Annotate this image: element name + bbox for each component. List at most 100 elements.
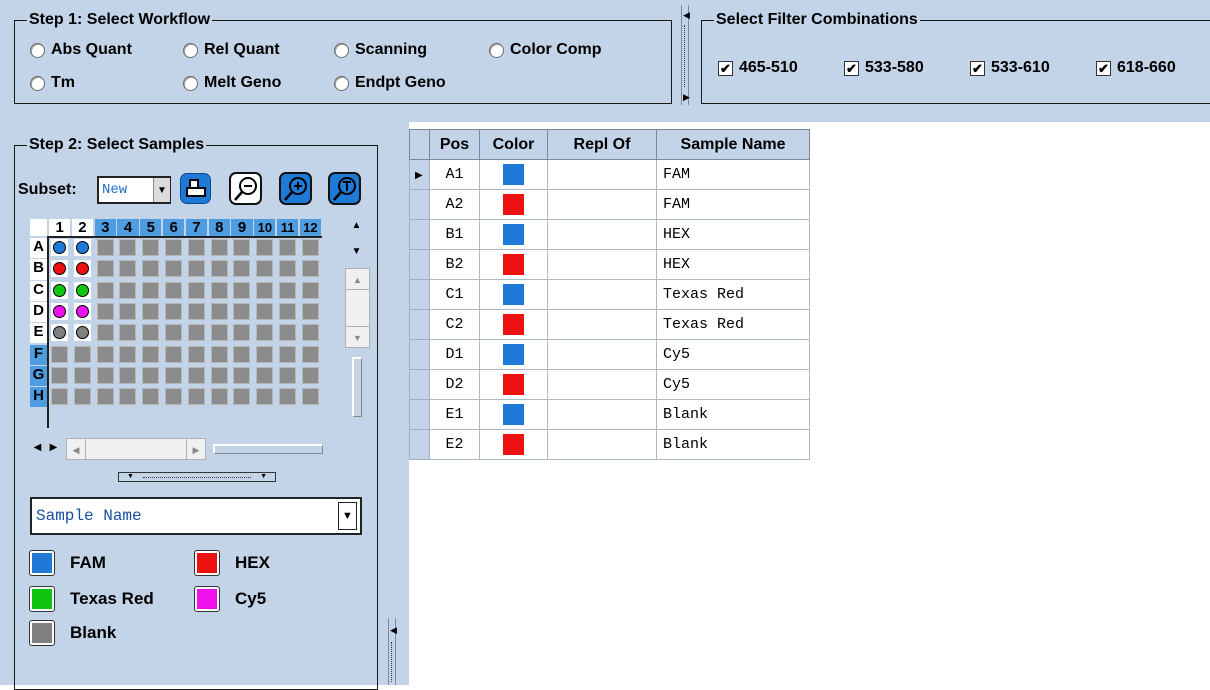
plate-well[interactable]: [142, 388, 160, 406]
cell-color[interactable]: [479, 159, 548, 190]
filter-618-660-checkbox[interactable]: ✔ 618-660: [1096, 59, 1176, 77]
cell-color[interactable]: [479, 399, 548, 430]
plate-well[interactable]: [142, 345, 160, 363]
plate-well[interactable]: [233, 260, 251, 278]
plate-well[interactable]: [73, 366, 91, 384]
plate-well[interactable]: [96, 345, 114, 363]
plate-well[interactable]: [279, 239, 296, 256]
plate-column-header[interactable]: 7: [185, 219, 208, 236]
plate-well[interactable]: [73, 302, 91, 320]
plate-column-header[interactable]: 3: [94, 219, 116, 236]
radio-melt-geno[interactable]: Melt Geno: [183, 74, 281, 92]
radio-rel-quant[interactable]: Rel Quant: [183, 41, 280, 59]
cell-repl-of[interactable]: [547, 189, 657, 220]
plate-well[interactable]: [119, 302, 137, 320]
plate-well[interactable]: [187, 281, 205, 299]
plate-well[interactable]: [256, 260, 274, 278]
plate-column-header[interactable]: 12: [299, 219, 322, 236]
plate-column-header[interactable]: 1: [49, 219, 71, 236]
plate-well[interactable]: [165, 345, 182, 363]
subset-dropdown[interactable]: New ▼: [97, 176, 171, 204]
table-row[interactable]: D1 Cy5: [409, 339, 810, 370]
plate-well[interactable]: [119, 366, 137, 384]
plate-well[interactable]: [187, 302, 205, 320]
scroll-first-button[interactable]: ◀: [30, 442, 45, 457]
radio-tm[interactable]: Tm: [30, 74, 75, 92]
plate-well[interactable]: [73, 324, 91, 342]
table-row[interactable]: ▶ A1 FAM: [409, 159, 810, 190]
cell-repl-of[interactable]: [547, 369, 657, 400]
plate-well[interactable]: [187, 366, 205, 384]
scroll-left-arrow-icon[interactable]: ◀: [66, 438, 86, 460]
plate-well[interactable]: [279, 281, 296, 299]
cell-sample-name[interactable]: HEX: [656, 249, 810, 280]
row-indicator[interactable]: [409, 189, 430, 220]
zoom-out-button[interactable]: [229, 172, 262, 205]
cell-pos[interactable]: C1: [429, 279, 480, 310]
plate-row-header[interactable]: H: [30, 387, 47, 408]
cell-pos[interactable]: D1: [429, 339, 480, 370]
plate-well[interactable]: [279, 324, 296, 342]
plate-well[interactable]: [96, 281, 114, 299]
cell-color[interactable]: [479, 279, 548, 310]
plate-well[interactable]: [51, 345, 68, 363]
plate-well[interactable]: [51, 239, 68, 256]
cell-color[interactable]: [479, 429, 548, 460]
plate-well[interactable]: [165, 366, 182, 384]
left-panel-splitter[interactable]: ◀: [388, 618, 397, 685]
plate-well[interactable]: [165, 260, 182, 278]
plate-column-header[interactable]: 5: [140, 219, 162, 236]
plate-well[interactable]: [301, 239, 319, 256]
plate-well[interactable]: [142, 260, 160, 278]
plate-well[interactable]: [301, 366, 319, 384]
cell-color[interactable]: [479, 219, 548, 250]
plate-row-header[interactable]: C: [30, 280, 47, 301]
row-indicator[interactable]: [409, 279, 430, 310]
plate-well[interactable]: [165, 388, 182, 406]
cell-sample-name[interactable]: FAM: [656, 189, 810, 220]
column-header-sample-name[interactable]: Sample Name: [656, 129, 810, 160]
plate-well[interactable]: [73, 345, 91, 363]
plate-well[interactable]: [142, 324, 160, 342]
cell-color[interactable]: [479, 339, 548, 370]
plate-well[interactable]: [256, 345, 274, 363]
row-indicator[interactable]: [409, 369, 430, 400]
plate-row-header[interactable]: B: [30, 259, 47, 280]
plate-well[interactable]: [51, 324, 68, 342]
plate-well[interactable]: [301, 388, 319, 406]
plate-row-header[interactable]: G: [30, 365, 47, 387]
plate-well[interactable]: [51, 260, 68, 278]
cell-pos[interactable]: C2: [429, 309, 480, 340]
scroll-last-button[interactable]: ▶: [46, 442, 61, 457]
plate-well[interactable]: [210, 260, 228, 278]
scroll-right-arrow-icon[interactable]: ▶: [186, 438, 206, 460]
plate-column-header[interactable]: 4: [117, 219, 139, 236]
plate-well[interactable]: [301, 260, 319, 278]
plate-well[interactable]: [165, 239, 182, 256]
plate-well[interactable]: [51, 366, 68, 384]
table-row[interactable]: D2 Cy5: [409, 369, 810, 400]
scroll-top-button[interactable]: ▲: [349, 220, 364, 235]
plate-well[interactable]: [73, 388, 91, 406]
plate-well[interactable]: [301, 345, 319, 363]
plate-well[interactable]: [165, 324, 182, 342]
plate-well[interactable]: [256, 302, 274, 320]
table-row[interactable]: C1 Texas Red: [409, 279, 810, 310]
row-indicator[interactable]: [409, 219, 430, 250]
plate-well[interactable]: [165, 281, 182, 299]
plate-well[interactable]: [142, 239, 160, 256]
cell-color[interactable]: [479, 309, 548, 340]
plate-well[interactable]: [119, 281, 137, 299]
hscroll-track[interactable]: [86, 438, 186, 460]
scroll-up-arrow-icon[interactable]: ▲: [345, 268, 370, 290]
row-indicator[interactable]: ▶: [409, 159, 430, 190]
cell-color[interactable]: [479, 249, 548, 280]
plate-well[interactable]: [73, 260, 91, 278]
plate-well[interactable]: [73, 281, 91, 299]
zoom-in-button[interactable]: [279, 172, 312, 205]
plate-hscroll[interactable]: ◀ ▶ ◀ ▶: [30, 438, 330, 460]
table-row[interactable]: E1 Blank: [409, 399, 810, 430]
plate-well[interactable]: [51, 302, 68, 320]
plate-well[interactable]: [142, 366, 160, 384]
plate-well[interactable]: [233, 324, 251, 342]
